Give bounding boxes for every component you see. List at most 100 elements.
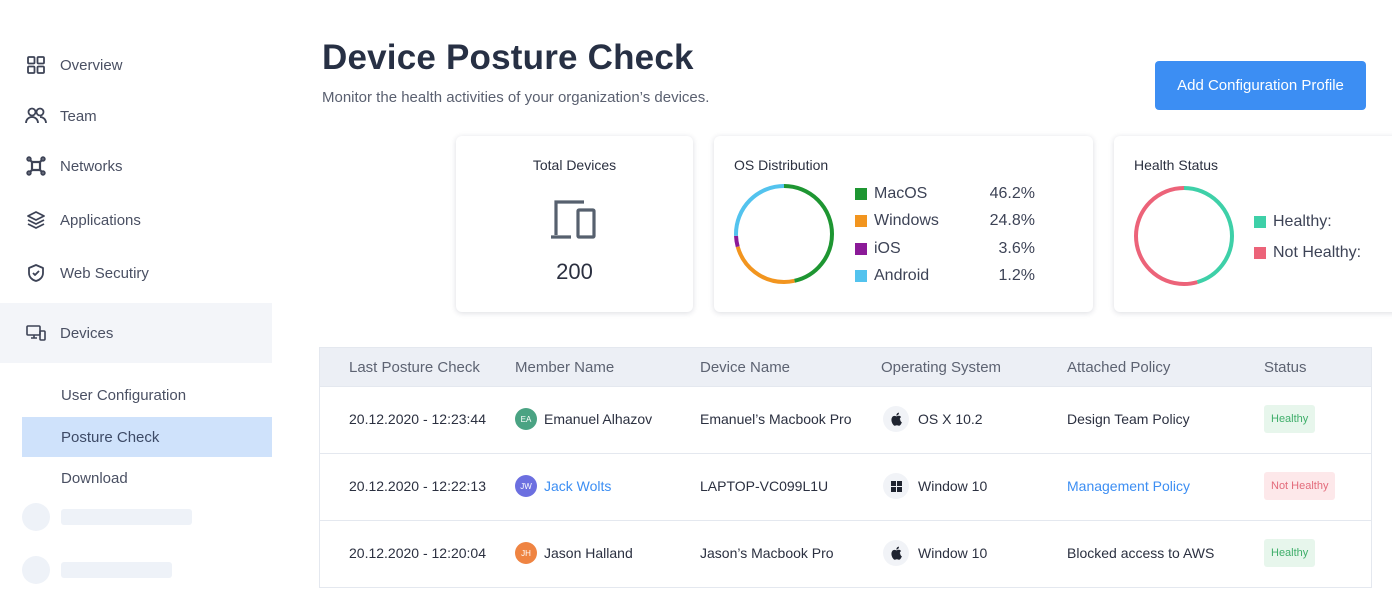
health-legend: Healthy: Not Healthy: — [1254, 206, 1361, 268]
avatar: JH — [515, 542, 537, 564]
skeleton-placeholder — [22, 503, 192, 531]
skeleton-dot — [22, 556, 50, 584]
status-badge: Healthy — [1264, 539, 1316, 567]
sidebar-item-label: Web Secutiry — [60, 264, 149, 282]
apple-icon — [883, 540, 909, 566]
cell-operating-system: Window 10 — [918, 478, 988, 494]
page-subtitle: Monitor the health activities of your or… — [322, 89, 710, 106]
legend-label: iOS — [874, 239, 901, 257]
legend-item: MacOS 46.2% — [855, 180, 1035, 208]
legend-label: Not Healthy: — [1273, 243, 1362, 261]
legend-swatch — [855, 242, 867, 255]
skeleton-placeholder — [22, 556, 172, 584]
shield-icon — [24, 261, 48, 285]
cell-attached-policy: Blocked access to AWS — [1067, 545, 1215, 561]
page-title: Device Posture Check — [322, 38, 694, 77]
cell-date: 20.12.2020 - 12:22:13 — [349, 478, 487, 494]
add-configuration-profile-button[interactable]: Add Configuration Profile — [1155, 61, 1366, 110]
column-header-member-name[interactable]: Member Name — [515, 359, 614, 376]
legend-swatch — [1254, 246, 1266, 259]
sidebar-item-label: Overview — [60, 56, 123, 74]
health-status-donut — [1134, 186, 1234, 286]
devices-icon — [550, 198, 602, 249]
skeleton-bar — [61, 509, 192, 525]
app-root: Overview Team Networks Applications Web … — [0, 0, 1392, 607]
cell-operating-system: OS X 10.2 — [918, 411, 983, 427]
skeleton-dot — [22, 503, 50, 531]
sidebar-item-label: Team — [60, 107, 97, 125]
column-header-operating-system[interactable]: Operating System — [881, 359, 1001, 376]
table-header: Last Posture Check Member Name Device Na… — [320, 348, 1371, 386]
status-badge: Not Healthy — [1264, 472, 1336, 500]
cell-attached-policy-link[interactable]: Management Policy — [1067, 478, 1190, 494]
card-title: OS Distribution — [734, 157, 829, 173]
card-title: Total Devices — [532, 157, 617, 173]
os-legend: MacOS 46.2% Windows 24.8% iOS 3.6% Andro… — [855, 180, 1035, 290]
column-header-status[interactable]: Status — [1264, 359, 1307, 376]
cell-member-name-link[interactable]: Jack Wolts — [544, 478, 611, 494]
legend-item: Android 1.2% — [855, 263, 1035, 291]
legend-value: 46.2% — [989, 184, 1035, 202]
status-badge: Healthy — [1264, 405, 1316, 433]
cell-member-name[interactable]: Jason Halland — [544, 545, 633, 561]
cell-date: 20.12.2020 - 12:20:04 — [349, 545, 487, 561]
sidebar-item-label: Applications — [60, 211, 141, 229]
legend-item: Windows 24.8% — [855, 208, 1035, 236]
legend-label: MacOS — [874, 184, 928, 202]
layers-icon — [24, 208, 48, 232]
cell-member-name[interactable]: Emanuel Alhazov — [544, 411, 652, 427]
legend-swatch — [1254, 215, 1266, 228]
sidebar-subitem-user-configuration[interactable]: User Configuration — [22, 375, 272, 415]
card-title: Health Status — [1134, 157, 1219, 173]
column-header-device-name[interactable]: Device Name — [700, 359, 790, 376]
cell-operating-system: Window 10 — [918, 545, 988, 561]
apple-icon — [883, 406, 909, 432]
sidebar-item-networks[interactable]: Networks — [0, 140, 272, 192]
avatar: JW — [515, 475, 537, 497]
windows-icon — [883, 473, 909, 499]
column-header-last-posture-check[interactable]: Last Posture Check — [349, 359, 480, 376]
legend-item: Healthy: — [1254, 206, 1361, 237]
legend-value: 1.2% — [998, 267, 1035, 285]
users-icon — [24, 104, 48, 128]
posture-table: Last Posture Check Member Name Device Na… — [319, 347, 1372, 588]
table-row[interactable]: 20.12.2020 - 12:20:04 JH Jason Halland J… — [320, 520, 1371, 587]
cell-date: 20.12.2020 - 12:23:44 — [349, 411, 487, 427]
legend-swatch — [855, 215, 867, 228]
legend-label: Android — [874, 267, 930, 285]
legend-swatch — [855, 187, 867, 200]
grid-icon — [24, 53, 48, 77]
sidebar-item-label: Devices — [60, 324, 114, 342]
sidebar-subitem-posture-check[interactable]: Posture Check — [22, 417, 272, 457]
total-devices-value: 200 — [556, 259, 593, 284]
sidebar-item-overview[interactable]: Overview — [0, 39, 272, 91]
legend-label: Windows — [874, 212, 939, 230]
devices-icon — [24, 321, 48, 345]
table-row[interactable]: 20.12.2020 - 12:22:13 JW Jack Wolts LAPT… — [320, 453, 1371, 520]
cell-device-name: Emanuel’s Macbook Pro — [700, 411, 852, 427]
sidebar-item-label: Networks — [60, 157, 123, 175]
cell-device-name: LAPTOP-VC099L1U — [700, 478, 829, 494]
table-row[interactable]: 20.12.2020 - 12:23:44 EA Emanuel Alhazov… — [320, 386, 1371, 453]
network-icon — [24, 154, 48, 178]
os-distribution-donut — [734, 184, 834, 284]
cell-attached-policy: Design Team Policy — [1067, 411, 1190, 427]
os-distribution-card: OS Distribution MacOS 46.2% Windows 24.8… — [714, 136, 1093, 312]
legend-item: iOS 3.6% — [855, 235, 1035, 263]
health-status-card: Health Status Healthy: Not Healthy: — [1114, 136, 1392, 312]
total-devices-card: Total Devices 200 — [456, 136, 693, 312]
sidebar-item-devices[interactable]: Devices — [0, 303, 272, 363]
sidebar-item-applications[interactable]: Applications — [0, 194, 272, 246]
sidebar: Overview Team Networks Applications Web … — [0, 0, 290, 607]
avatar: EA — [515, 408, 537, 430]
skeleton-bar — [61, 562, 172, 578]
column-header-attached-policy[interactable]: Attached Policy — [1067, 359, 1170, 376]
sidebar-item-team[interactable]: Team — [0, 90, 272, 142]
legend-swatch — [855, 270, 867, 283]
legend-value: 3.6% — [998, 239, 1035, 257]
sidebar-subitem-download[interactable]: Download — [22, 458, 272, 498]
legend-label: Healthy: — [1273, 212, 1332, 230]
legend-item: Not Healthy: — [1254, 237, 1361, 268]
sidebar-item-web-security[interactable]: Web Secutiry — [0, 247, 272, 299]
legend-value: 24.8% — [989, 212, 1035, 230]
